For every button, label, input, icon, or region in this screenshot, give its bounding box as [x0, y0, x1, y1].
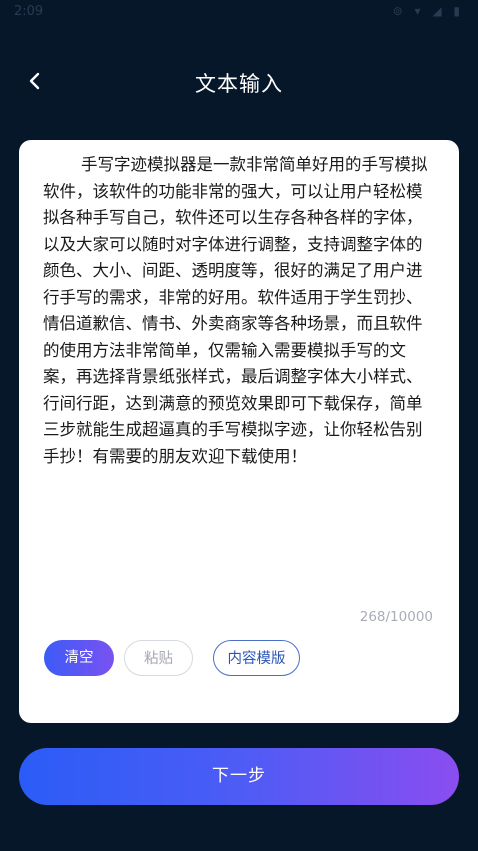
nav-bar: 文本输入	[0, 56, 478, 106]
status-time: 2:09	[14, 4, 44, 19]
char-count: 268/10000	[359, 609, 433, 625]
status-icons: ⊚ ▾ ◢ ▮	[392, 4, 464, 18]
paste-button[interactable]: 粘贴	[124, 640, 193, 676]
next-step-button[interactable]: 下一步	[19, 748, 459, 805]
page-title: 文本输入	[195, 72, 283, 96]
text-input-card: 手写字迹模拟器是一款非常简单好用的手写模拟软件，该软件的功能非常的强大，可以让用…	[19, 140, 459, 723]
status-bar: 2:09 ⊚ ▾ ◢ ▮	[0, 0, 478, 26]
clear-button[interactable]: 清空	[44, 640, 114, 676]
content-template-button[interactable]: 内容模版	[213, 640, 300, 676]
text-input-area[interactable]: 手写字迹模拟器是一款非常简单好用的手写模拟软件，该软件的功能非常的强大，可以让用…	[43, 152, 433, 602]
